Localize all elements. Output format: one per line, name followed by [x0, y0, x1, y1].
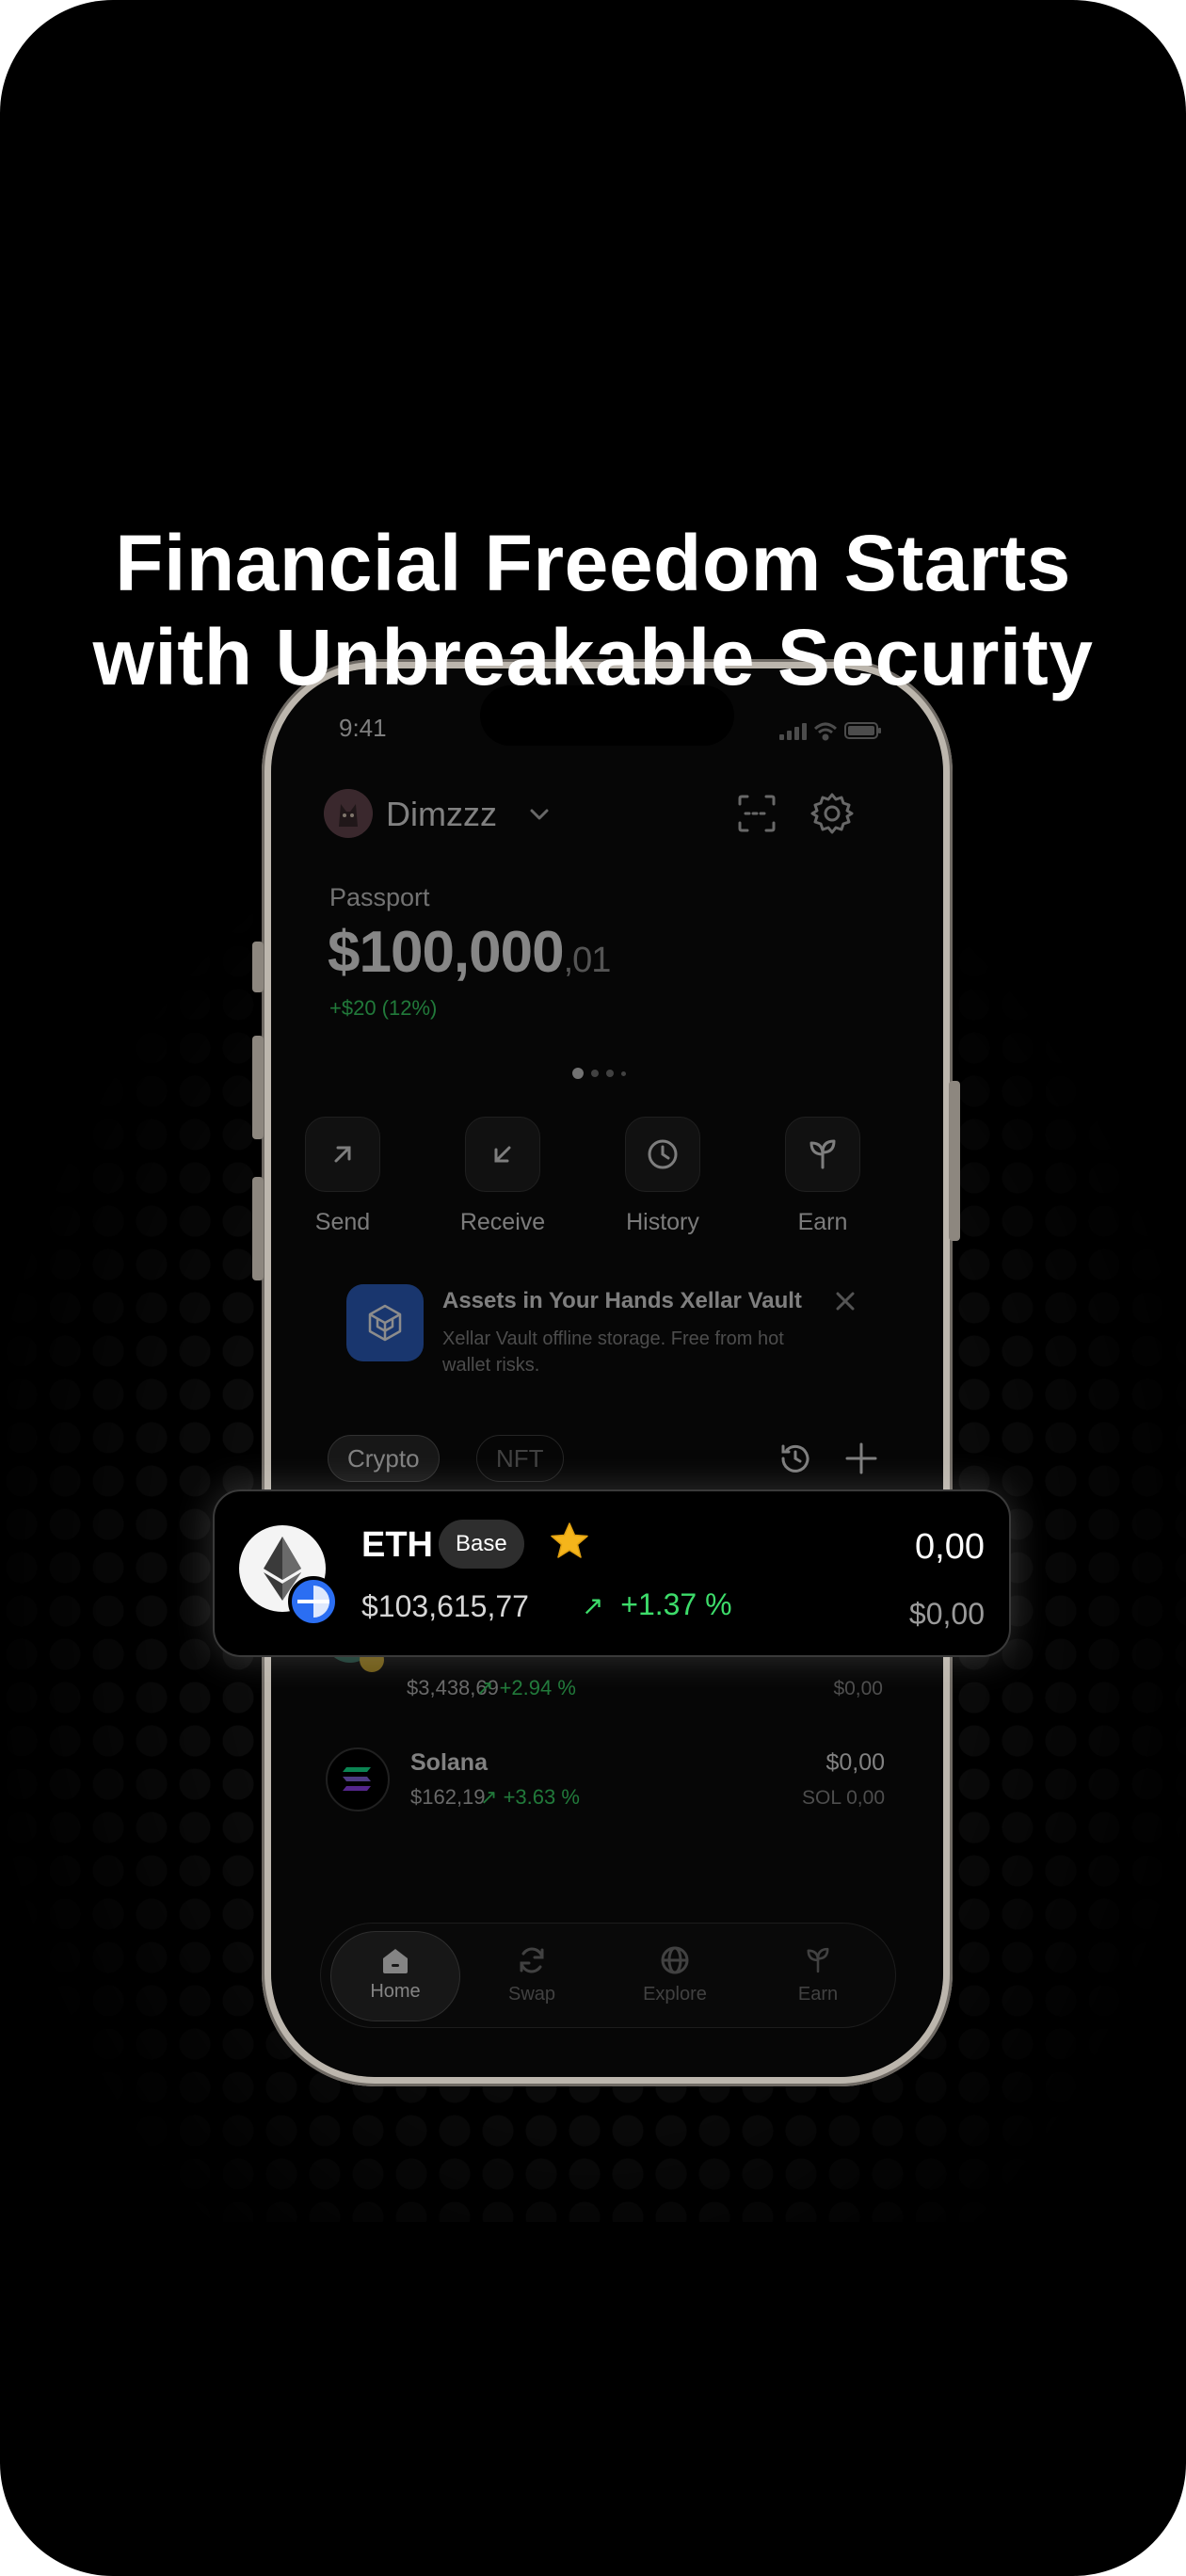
trend-up-icon: ↗ — [480, 1785, 498, 1809]
app-store-screenshot: Financial Freedom Starts with Unbreakabl… — [0, 0, 1186, 2576]
tab-explore[interactable]: Explore — [609, 1924, 741, 2027]
tab-home-label: Home — [370, 1981, 421, 2002]
asset-name[interactable]: Solana — [410, 1749, 488, 1777]
marketing-headline: Financial Freedom Starts with Unbreakabl… — [0, 516, 1186, 704]
battery-icon — [844, 722, 881, 739]
banner-title: Assets in Your Hands Xellar Vault — [442, 1288, 802, 1313]
phone-volume-down — [252, 1177, 264, 1280]
trend-up-icon: ↗ — [582, 1591, 604, 1620]
arrow-down-left-icon — [465, 1117, 540, 1192]
asset-price: $162,19 — [410, 1785, 486, 1809]
receive-label: Receive — [459, 1209, 546, 1235]
base-chain-icon — [288, 1576, 339, 1627]
tab-earn[interactable]: Earn — [752, 1924, 884, 2027]
swap-icon — [466, 1944, 598, 1976]
phone-screen: 9:41 Dimzzz Passport $100,000,01 +$20 (1… — [271, 668, 943, 2077]
globe-icon — [609, 1944, 741, 1976]
avatar[interactable] — [324, 789, 373, 838]
tab-nft[interactable]: NFT — [476, 1435, 564, 1482]
vault-cube-icon — [346, 1284, 424, 1361]
history-label: History — [626, 1209, 699, 1235]
tab-crypto[interactable]: Crypto — [328, 1435, 440, 1482]
scan-icon[interactable] — [732, 789, 781, 838]
solana-icon — [326, 1747, 390, 1811]
tab-home[interactable]: Home — [330, 1931, 460, 2021]
phone-action-button — [252, 942, 264, 992]
wallet-label: Passport — [329, 883, 430, 911]
headline-line-1: Financial Freedom Starts — [115, 519, 1071, 607]
asset-change: ↗ +2.94 % — [476, 1676, 576, 1700]
wifi-icon — [813, 722, 838, 741]
headline-line-2: with Unbreakable Security — [92, 613, 1094, 701]
sprout-icon — [752, 1944, 884, 1976]
earn-label: Earn — [797, 1209, 848, 1235]
signal-icon — [779, 723, 807, 740]
clock-icon — [625, 1117, 700, 1192]
status-icons — [779, 719, 883, 747]
asset-amount: $0,00 — [825, 1749, 885, 1776]
history-filter-icon[interactable] — [776, 1439, 815, 1483]
page-indicator — [572, 1068, 626, 1079]
tab-swap[interactable]: Swap — [466, 1924, 598, 2027]
send-button[interactable]: Send — [286, 1117, 399, 1236]
settings-icon[interactable] — [808, 789, 857, 838]
eth-change-value: +1.37 % — [620, 1587, 732, 1621]
home-icon — [331, 1945, 459, 1975]
history-button[interactable]: History — [606, 1117, 719, 1236]
wallet-balance: $100,000,01 — [328, 919, 612, 986]
banner-description: Xellar Vault offline storage. Free from … — [442, 1328, 784, 1376]
phone-power-button — [949, 1081, 960, 1241]
tab-swap-label: Swap — [507, 1984, 556, 2004]
tab-earn-label: Earn — [797, 1984, 839, 2004]
asset-change: ↗ +3.63 % — [480, 1785, 580, 1810]
tab-explore-label: Explore — [643, 1984, 707, 2004]
asset-sub-value: $0,00 — [833, 1678, 883, 1699]
close-icon[interactable] — [832, 1288, 858, 1319]
earn-button[interactable]: Earn — [766, 1117, 879, 1236]
asset-change-value: +2.94 % — [499, 1676, 576, 1699]
eth-amount: 0,00 — [915, 1527, 985, 1567]
eth-value: $0,00 — [908, 1597, 985, 1631]
network-badge: Base — [439, 1520, 524, 1569]
trend-up-icon: ↗ — [476, 1676, 494, 1699]
star-icon[interactable] — [548, 1520, 591, 1568]
sprout-icon — [785, 1117, 860, 1192]
phone-volume-up — [252, 1036, 264, 1139]
balance-change: +$20 (12%) — [329, 996, 438, 1020]
asset-sub-value: SOL 0,00 — [802, 1787, 885, 1809]
send-label: Send — [314, 1209, 371, 1235]
status-time: 9:41 — [339, 714, 387, 742]
bottom-tab-bar: Home Swap Explore Earn — [320, 1923, 896, 2028]
chevron-down-icon[interactable] — [525, 800, 553, 833]
eth-price: $103,615,77 — [361, 1589, 529, 1623]
account-name[interactable]: Dimzzz — [386, 795, 497, 834]
balance-cents: ,01 — [563, 941, 612, 980]
eth-change: ↗ +1.37 % — [582, 1587, 732, 1622]
eth-symbol: ETH — [361, 1525, 433, 1565]
arrow-up-right-icon — [305, 1117, 380, 1192]
eth-asset-card[interactable]: ETH Base $103,615,77 ↗ +1.37 % 0,00 $0,0… — [213, 1489, 1011, 1657]
receive-button[interactable]: Receive — [446, 1117, 559, 1236]
balance-main: $100,000 — [328, 920, 565, 985]
add-token-icon[interactable] — [841, 1439, 881, 1483]
asset-change-value: +3.63 % — [503, 1785, 580, 1809]
